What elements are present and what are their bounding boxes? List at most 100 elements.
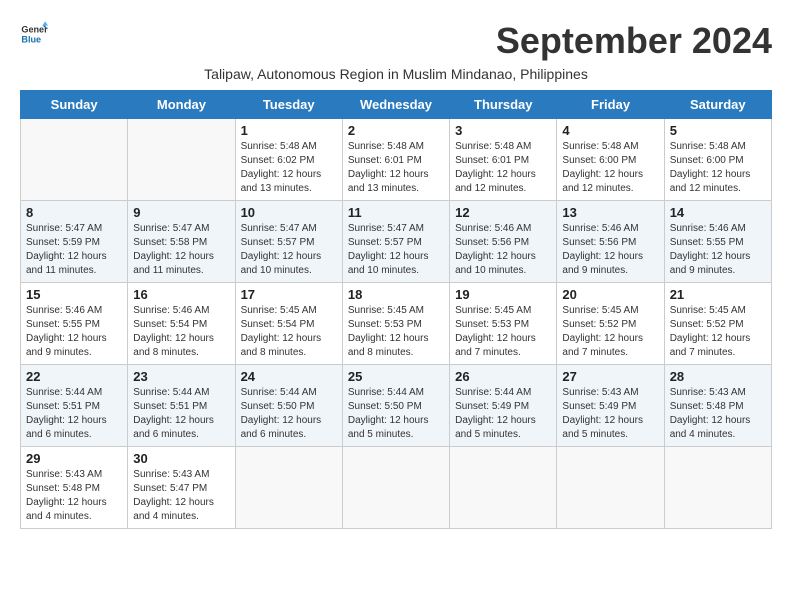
day-number: 1 bbox=[241, 123, 337, 138]
day-info: Sunrise: 5:47 AMSunset: 5:57 PMDaylight:… bbox=[241, 222, 337, 278]
day-info: Sunrise: 5:47 AMSunset: 5:57 PMDaylight:… bbox=[348, 222, 444, 278]
weekday-header-tuesday: Tuesday bbox=[235, 91, 342, 119]
subtitle: Talipaw, Autonomous Region in Muslim Min… bbox=[20, 66, 772, 82]
calendar-day-cell: 15 Sunrise: 5:46 AMSunset: 5:55 PMDayligh… bbox=[21, 283, 128, 365]
day-number: 15 bbox=[26, 287, 122, 302]
day-number: 2 bbox=[348, 123, 444, 138]
weekday-header-sunday: Sunday bbox=[21, 91, 128, 119]
calendar-day-cell: 2 Sunrise: 5:48 AMSunset: 6:01 PMDaylight… bbox=[342, 119, 449, 201]
day-number: 11 bbox=[348, 205, 444, 220]
day-info: Sunrise: 5:45 AMSunset: 5:53 PMDaylight:… bbox=[348, 304, 444, 360]
weekday-header-row: SundayMondayTuesdayWednesdayThursdayFrid… bbox=[21, 91, 772, 119]
calendar-day-cell: 18 Sunrise: 5:45 AMSunset: 5:53 PMDayligh… bbox=[342, 283, 449, 365]
calendar-week-row: 29Sunrise: 5:43 AMSunset: 5:48 PMDayligh… bbox=[21, 447, 772, 529]
calendar-day-cell: 30 Sunrise: 5:43 AMSunset: 5:47 PMDayligh… bbox=[128, 447, 235, 529]
calendar-day-cell bbox=[128, 119, 235, 201]
calendar-day-cell bbox=[557, 447, 664, 529]
day-info: Sunrise: 5:45 AMSunset: 5:54 PMDaylight:… bbox=[241, 304, 337, 360]
calendar-day-cell bbox=[21, 119, 128, 201]
calendar-week-row: 15 Sunrise: 5:46 AMSunset: 5:55 PMDayligh… bbox=[21, 283, 772, 365]
calendar-day-cell: 28 Sunrise: 5:43 AMSunset: 5:48 PMDayligh… bbox=[664, 365, 771, 447]
day-number: 22 bbox=[26, 369, 122, 384]
calendar-day-cell: 1 Sunrise: 5:48 AMSunset: 6:02 PMDaylight… bbox=[235, 119, 342, 201]
day-info: Sunrise: 5:48 AMSunset: 6:01 PMDaylight:… bbox=[455, 140, 551, 196]
day-info: Sunrise: 5:44 AMSunset: 5:51 PMDaylight:… bbox=[133, 386, 229, 442]
calendar-day-cell: 16Sunrise: 5:46 AMSunset: 5:54 PMDayligh… bbox=[128, 283, 235, 365]
day-number: 14 bbox=[670, 205, 766, 220]
calendar-day-cell: 20Sunrise: 5:45 AMSunset: 5:52 PMDayligh… bbox=[557, 283, 664, 365]
day-info: Sunrise: 5:46 AMSunset: 5:55 PMDaylight:… bbox=[26, 304, 122, 360]
day-info: Sunrise: 5:46 AMSunset: 5:54 PMDaylight:… bbox=[133, 304, 229, 360]
weekday-header-saturday: Saturday bbox=[664, 91, 771, 119]
day-info: Sunrise: 5:47 AMSunset: 5:59 PMDaylight:… bbox=[26, 222, 122, 278]
day-number: 27 bbox=[562, 369, 658, 384]
day-number: 23 bbox=[133, 369, 229, 384]
day-number: 25 bbox=[348, 369, 444, 384]
calendar-day-cell: 11 Sunrise: 5:47 AMSunset: 5:57 PMDayligh… bbox=[342, 201, 449, 283]
calendar-day-cell: 8 Sunrise: 5:47 AMSunset: 5:59 PMDaylight… bbox=[21, 201, 128, 283]
day-info: Sunrise: 5:45 AMSunset: 5:53 PMDaylight:… bbox=[455, 304, 551, 360]
day-number: 12 bbox=[455, 205, 551, 220]
svg-text:Blue: Blue bbox=[21, 34, 41, 44]
calendar-day-cell: 13 Sunrise: 5:46 AMSunset: 5:56 PMDayligh… bbox=[557, 201, 664, 283]
day-number: 18 bbox=[348, 287, 444, 302]
calendar-day-cell: 27 Sunrise: 5:43 AMSunset: 5:49 PMDayligh… bbox=[557, 365, 664, 447]
day-number: 4 bbox=[562, 123, 658, 138]
day-info: Sunrise: 5:45 AMSunset: 5:52 PMDaylight:… bbox=[670, 304, 766, 360]
calendar-day-cell: 9 Sunrise: 5:47 AMSunset: 5:58 PMDaylight… bbox=[128, 201, 235, 283]
day-info: Sunrise: 5:47 AMSunset: 5:58 PMDaylight:… bbox=[133, 222, 229, 278]
calendar-day-cell: 5Sunrise: 5:48 AMSunset: 6:00 PMDaylight… bbox=[664, 119, 771, 201]
calendar-day-cell bbox=[342, 447, 449, 529]
weekday-header-thursday: Thursday bbox=[450, 91, 557, 119]
calendar-day-cell: 12 Sunrise: 5:46 AMSunset: 5:56 PMDayligh… bbox=[450, 201, 557, 283]
calendar-day-cell: 24 Sunrise: 5:44 AMSunset: 5:50 PMDayligh… bbox=[235, 365, 342, 447]
calendar-day-cell: 14 Sunrise: 5:46 AMSunset: 5:55 PMDayligh… bbox=[664, 201, 771, 283]
day-number: 8 bbox=[26, 205, 122, 220]
calendar-day-cell: 26 Sunrise: 5:44 AMSunset: 5:49 PMDayligh… bbox=[450, 365, 557, 447]
day-number: 26 bbox=[455, 369, 551, 384]
calendar-table: SundayMondayTuesdayWednesdayThursdayFrid… bbox=[20, 90, 772, 529]
calendar-day-cell: 21 Sunrise: 5:45 AMSunset: 5:52 PMDayligh… bbox=[664, 283, 771, 365]
calendar-day-cell bbox=[664, 447, 771, 529]
calendar-week-row: 8 Sunrise: 5:47 AMSunset: 5:59 PMDaylight… bbox=[21, 201, 772, 283]
calendar-day-cell: 10Sunrise: 5:47 AMSunset: 5:57 PMDayligh… bbox=[235, 201, 342, 283]
day-number: 17 bbox=[241, 287, 337, 302]
calendar-week-row: 22 Sunrise: 5:44 AMSunset: 5:51 PMDayligh… bbox=[21, 365, 772, 447]
day-number: 28 bbox=[670, 369, 766, 384]
day-info: Sunrise: 5:44 AMSunset: 5:50 PMDaylight:… bbox=[241, 386, 337, 442]
header: General Blue September 2024 bbox=[20, 20, 772, 62]
day-info: Sunrise: 5:43 AMSunset: 5:49 PMDaylight:… bbox=[562, 386, 658, 442]
day-info: Sunrise: 5:43 AMSunset: 5:47 PMDaylight:… bbox=[133, 468, 229, 524]
weekday-header-monday: Monday bbox=[128, 91, 235, 119]
day-info: Sunrise: 5:48 AMSunset: 6:00 PMDaylight:… bbox=[562, 140, 658, 196]
calendar-day-cell: 29Sunrise: 5:43 AMSunset: 5:48 PMDayligh… bbox=[21, 447, 128, 529]
day-info: Sunrise: 5:44 AMSunset: 5:49 PMDaylight:… bbox=[455, 386, 551, 442]
day-number: 24 bbox=[241, 369, 337, 384]
day-number: 21 bbox=[670, 287, 766, 302]
day-number: 20 bbox=[562, 287, 658, 302]
calendar-day-cell: 3 Sunrise: 5:48 AMSunset: 6:01 PMDaylight… bbox=[450, 119, 557, 201]
day-number: 19 bbox=[455, 287, 551, 302]
day-info: Sunrise: 5:43 AMSunset: 5:48 PMDaylight:… bbox=[670, 386, 766, 442]
day-info: Sunrise: 5:48 AMSunset: 6:02 PMDaylight:… bbox=[241, 140, 337, 196]
calendar-day-cell bbox=[450, 447, 557, 529]
day-info: Sunrise: 5:43 AMSunset: 5:48 PMDaylight:… bbox=[26, 468, 122, 524]
day-info: Sunrise: 5:46 AMSunset: 5:56 PMDaylight:… bbox=[562, 222, 658, 278]
day-number: 3 bbox=[455, 123, 551, 138]
day-number: 13 bbox=[562, 205, 658, 220]
weekday-header-friday: Friday bbox=[557, 91, 664, 119]
day-info: Sunrise: 5:48 AMSunset: 6:00 PMDaylight:… bbox=[670, 140, 766, 196]
logo-icon: General Blue bbox=[20, 20, 48, 48]
day-info: Sunrise: 5:44 AMSunset: 5:50 PMDaylight:… bbox=[348, 386, 444, 442]
month-title: September 2024 bbox=[496, 20, 772, 62]
day-info: Sunrise: 5:46 AMSunset: 5:55 PMDaylight:… bbox=[670, 222, 766, 278]
calendar-week-row: 1 Sunrise: 5:48 AMSunset: 6:02 PMDaylight… bbox=[21, 119, 772, 201]
day-info: Sunrise: 5:48 AMSunset: 6:01 PMDaylight:… bbox=[348, 140, 444, 196]
calendar-day-cell: 17 Sunrise: 5:45 AMSunset: 5:54 PMDayligh… bbox=[235, 283, 342, 365]
logo: General Blue bbox=[20, 20, 48, 48]
day-info: Sunrise: 5:46 AMSunset: 5:56 PMDaylight:… bbox=[455, 222, 551, 278]
day-number: 30 bbox=[133, 451, 229, 466]
day-number: 9 bbox=[133, 205, 229, 220]
calendar-day-cell: 23 Sunrise: 5:44 AMSunset: 5:51 PMDayligh… bbox=[128, 365, 235, 447]
calendar-day-cell bbox=[235, 447, 342, 529]
